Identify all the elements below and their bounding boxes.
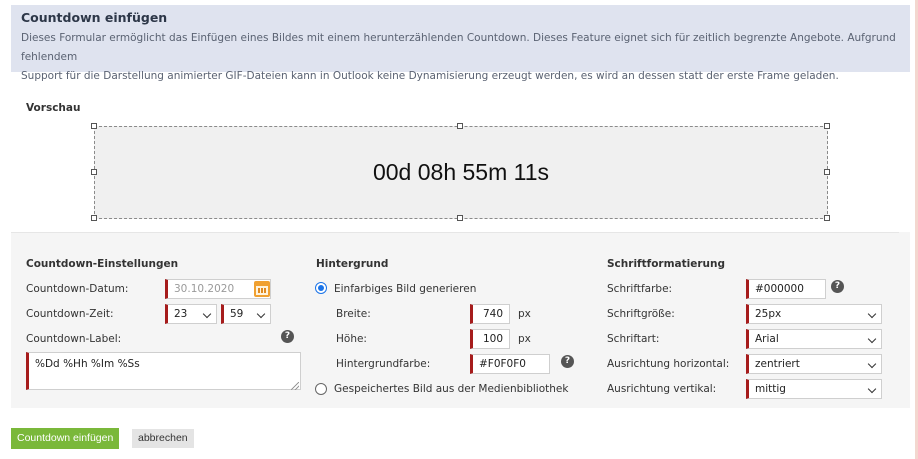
insert-countdown-button[interactable]: Countdown einfügen [11, 428, 120, 449]
width-unit: px [518, 308, 531, 320]
resize-handle-bottom-center[interactable] [457, 215, 463, 221]
radio-media-library[interactable] [315, 383, 327, 395]
resize-handle-middle-left[interactable] [91, 169, 97, 175]
preview-label: Vorschau [26, 102, 81, 114]
radio-generate-image-label[interactable]: Einfarbiges Bild generieren [334, 283, 476, 295]
info-box: Countdown einfügen Dieses Formular ermög… [11, 5, 910, 82]
font-size-label: Schriftgröße: [607, 308, 675, 320]
height-unit: px [518, 333, 531, 345]
cancel-button[interactable]: abbrechen [132, 429, 194, 448]
align-horizontal-label: Ausrichtung horizontal: [607, 358, 730, 370]
resize-handle-middle-right[interactable] [824, 169, 830, 175]
radio-generate-image[interactable] [315, 282, 327, 294]
resize-handle-top-center[interactable] [457, 123, 463, 129]
font-family-label: Schriftart: [607, 333, 660, 345]
calendar-icon[interactable] [254, 281, 270, 297]
countdown-settings-title: Countdown-Einstellungen [26, 258, 179, 270]
resize-handle-top-right[interactable] [824, 123, 830, 129]
chevron-down-icon [256, 309, 266, 319]
background-title: Hintergrund [316, 258, 389, 270]
resize-handle-bottom-left[interactable] [91, 215, 97, 221]
info-line-1: Dieses Formular ermöglicht das Einfügen … [21, 32, 896, 63]
font-family-value: Arial [755, 333, 779, 345]
dialog-title: Countdown einfügen [21, 10, 168, 25]
chevron-down-icon [867, 384, 877, 394]
font-color-label: Schriftfarbe: [607, 283, 673, 295]
help-icon[interactable]: ? [561, 355, 574, 368]
width-input[interactable]: 740 [470, 304, 510, 324]
resize-handle-top-left[interactable] [91, 123, 97, 129]
font-family-select[interactable]: Arial [746, 329, 882, 349]
font-color-input[interactable]: #000000 [746, 279, 826, 299]
chevron-down-icon [202, 309, 212, 319]
width-label: Breite: [336, 308, 371, 320]
background-color-label: Hintergrundfarbe: [336, 358, 431, 370]
align-vertical-select[interactable]: mittig [746, 379, 882, 399]
info-line-2: Support für die Darstellung animierter G… [21, 70, 839, 82]
align-vertical-value: mittig [755, 383, 786, 395]
font-settings-title: Schriftformatierung [607, 258, 725, 270]
align-vertical-label: Ausrichtung vertikal: [607, 383, 717, 395]
resize-handle-bottom-right[interactable] [824, 215, 830, 221]
chevron-down-icon [867, 334, 877, 344]
countdown-label-label: Countdown-Label: [26, 333, 122, 345]
section-divider [11, 232, 899, 233]
countdown-date-label: Countdown-Datum: [26, 283, 129, 295]
chevron-down-icon [867, 359, 877, 369]
chevron-down-icon [867, 309, 877, 319]
countdown-minute-value: 59 [230, 308, 244, 320]
height-label: Höhe: [336, 333, 367, 345]
countdown-minute-select[interactable]: 59 [221, 304, 271, 324]
help-icon[interactable]: ? [831, 280, 844, 293]
countdown-preview[interactable]: 00d 08h 55m 11s [94, 126, 828, 219]
align-horizontal-select[interactable]: zentriert [746, 354, 882, 374]
align-horizontal-value: zentriert [755, 358, 800, 370]
preview-area: Vorschau 00d 08h 55m 11s [11, 86, 910, 232]
background-color-input[interactable]: #F0F0F0 [470, 354, 550, 374]
help-icon[interactable]: ? [281, 330, 294, 343]
font-size-value: 25px [755, 308, 782, 320]
textarea-resize-grip[interactable] [291, 382, 299, 390]
countdown-label-textarea[interactable]: %Dd %Hh %Im %Ss [26, 352, 301, 390]
settings-panel: Vorschau 00d 08h 55m 11s Countdown-Einst… [11, 86, 910, 408]
countdown-time-label: Countdown-Zeit: [26, 308, 114, 320]
countdown-hour-value: 23 [174, 308, 188, 320]
font-size-select[interactable]: 25px [746, 304, 882, 324]
countdown-preview-text: 00d 08h 55m 11s [372, 159, 550, 185]
countdown-hour-select[interactable]: 23 [165, 304, 217, 324]
height-input[interactable]: 100 [470, 329, 510, 349]
radio-media-library-label[interactable]: Gespeichertes Bild aus der Medienbibliot… [334, 383, 568, 395]
